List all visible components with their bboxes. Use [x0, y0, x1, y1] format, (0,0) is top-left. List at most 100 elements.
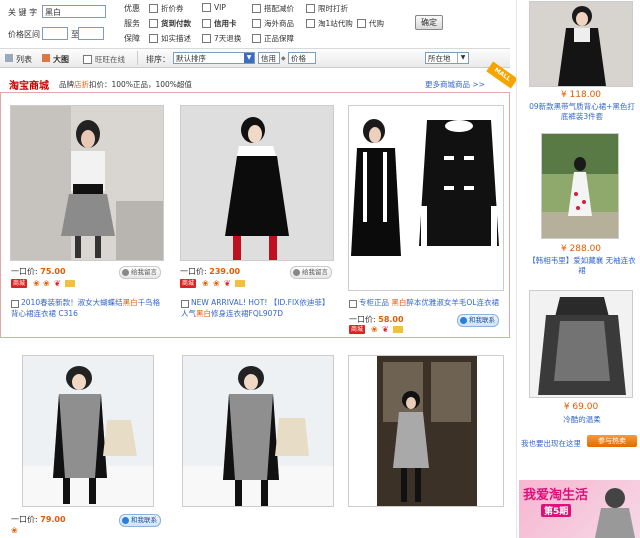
tagline-discount: 折	[81, 80, 90, 89]
location-select-value: 所在地	[428, 54, 451, 63]
mall-item-title[interactable]: NEW ARRIVAL! HOT! 【ID.FIX依迪菲】 人气黑白修身连衣裙F…	[181, 297, 333, 319]
price-label: 一口价:	[11, 267, 38, 276]
flower-icon: ❀	[43, 279, 50, 288]
compare-checkbox[interactable]	[181, 300, 189, 308]
sidebar-title[interactable]: 冷酷的温柔	[527, 415, 637, 425]
banner-illustration	[595, 488, 635, 538]
taobao-agent-checkbox[interactable]: 淘1站代购	[306, 18, 353, 29]
as-described-label: 如实描述	[161, 34, 191, 43]
product-photo	[11, 106, 163, 260]
toolbar-divider	[137, 51, 138, 65]
sidebar-product-image[interactable]	[541, 133, 619, 239]
coupon-label: 折价券	[161, 4, 184, 13]
vip-label: VIP	[214, 3, 226, 12]
list-view-link[interactable]: 列表	[16, 54, 32, 65]
price-range-label: 价格区间	[8, 30, 40, 39]
product-image[interactable]	[22, 355, 154, 507]
limited-sale-checkbox[interactable]: 限时打折	[306, 3, 348, 14]
as-described-checkbox[interactable]: 如实描述	[149, 33, 191, 44]
sidebar-title[interactable]: 09新款黑带气质背心裙+黑色打底裤装3件套	[527, 102, 637, 122]
compare-checkbox[interactable]	[11, 300, 19, 308]
promo-banner[interactable]: 我爱淘生活 第5期	[519, 480, 640, 538]
product-photo	[183, 356, 333, 506]
wangwang-online-checkbox[interactable]: 旺旺在线	[83, 54, 125, 65]
sort-arrow-icon: ◆	[281, 55, 286, 62]
filter-panel: 关 键 字 黑白 价格区间 至 优惠 服务 保障 折价券 VIP 搭配减价 限时…	[0, 0, 510, 49]
price-max-input[interactable]	[78, 27, 104, 40]
sidebar-title[interactable]: 【韩相韦里】爱如藏襄 无袖连衣裙	[527, 256, 637, 276]
vip-checkbox[interactable]: VIP	[202, 3, 226, 12]
list-view-icon[interactable]	[5, 54, 13, 62]
keyword-input[interactable]: 黑白	[42, 5, 106, 18]
result-toolbar: 列表 大图 旺旺在线 排序： 默认排序 ▼ 信用 ◆ 价格 所在地 ▼	[0, 49, 510, 68]
seven-day-return-label: 7天退换	[214, 34, 242, 43]
mall-badge-icon: 商城	[349, 325, 366, 334]
product-photo	[349, 356, 503, 506]
mall-badge-icon: 商城	[180, 279, 197, 288]
wangwang-icon	[293, 269, 300, 276]
more-mall-link[interactable]: 更多商城商品 >>	[425, 79, 485, 90]
title-part-b: 醉本优雅淑女羊毛OL连衣裙	[406, 298, 499, 307]
product-photo	[181, 106, 333, 260]
seven-day-return-checkbox[interactable]: 7天退换	[202, 33, 241, 44]
price-sort-button[interactable]: 价格	[288, 52, 316, 64]
product-image[interactable]	[182, 355, 334, 507]
title-highlight: 黑白	[391, 298, 407, 307]
grid-view-link[interactable]: 大图	[53, 54, 69, 65]
credit-card-checkbox[interactable]: 信用卡	[202, 18, 237, 29]
guarantee-row-label: 保障	[124, 34, 140, 43]
mall-badge-icon: 商城	[11, 279, 28, 288]
contact-me-button[interactable]: 和我联系	[119, 514, 161, 527]
mall-item-price: 一口价: 58.00	[349, 314, 404, 325]
product-photo	[530, 291, 632, 397]
overseas-checkbox[interactable]: 海外商品	[252, 18, 294, 29]
purchase-agent-checkbox[interactable]: 代购	[357, 18, 384, 29]
mall-product-image[interactable]	[180, 105, 334, 261]
mall-product-image[interactable]	[10, 105, 164, 261]
compare-checkbox[interactable]	[349, 300, 357, 308]
coupon-checkbox[interactable]: 折价券	[149, 3, 184, 14]
wangwang-icon	[122, 517, 129, 524]
product-photo	[530, 2, 632, 86]
bundle-discount-checkbox[interactable]: 搭配减价	[252, 3, 294, 14]
sidebar-product-image[interactable]	[529, 290, 633, 398]
mall-section-header: 淘宝商城 品牌店折扣价：100%正品，100%超值 更多商城商品 >> MALL	[0, 61, 518, 92]
leave-message-button[interactable]: 给我留言	[290, 266, 332, 279]
price-value: 75.00	[40, 267, 66, 276]
tulip-icon: ❦	[54, 279, 61, 288]
grid-view-icon[interactable]	[42, 54, 50, 62]
location-select[interactable]: 所在地 ▼	[425, 52, 469, 64]
leave-message-button[interactable]: 给我留言	[119, 266, 161, 279]
price-label: 一口价:	[180, 267, 207, 276]
credit-card-icon	[393, 326, 403, 333]
credit-card-icon	[65, 280, 75, 287]
join-hot-sale-button[interactable]: 参与热卖	[587, 435, 637, 447]
sidebar-price: ¥ 69.00	[563, 402, 599, 412]
confirm-button[interactable]: 确定	[415, 15, 443, 30]
credit-sort-button[interactable]: 信用	[258, 52, 280, 64]
cod-checkbox[interactable]: 货到付款	[149, 18, 191, 29]
price-min-input[interactable]	[42, 27, 68, 40]
title-part-b: 修身连衣裙FQL907D	[211, 309, 283, 318]
keyword-label: 关 键 字	[8, 8, 38, 17]
leave-message-label: 给我留言	[131, 268, 157, 276]
sidebar-product-image[interactable]	[529, 1, 633, 87]
mall-item-title[interactable]: 2010春装新款！淑女大蝴蝶结黑白千鸟格背心裙连衣裙 C316	[11, 297, 163, 319]
flower-icon: ❀	[213, 279, 220, 288]
mall-product-image[interactable]	[348, 105, 504, 291]
promo-link[interactable]: 我也要出现在这里	[521, 438, 581, 449]
credit-card-icon	[235, 280, 245, 287]
product-image[interactable]	[348, 355, 504, 507]
credit-sort-label: 信用	[261, 54, 276, 63]
contact-me-button[interactable]: 和我联系	[457, 314, 499, 327]
limited-sale-label: 限时打折	[318, 4, 348, 13]
cod-label: 货到付款	[161, 19, 191, 28]
sort-select-value: 默认排序	[176, 54, 206, 63]
sort-select[interactable]: 默认排序 ▼	[173, 52, 255, 64]
genuine-checkbox[interactable]: 正品保障	[252, 33, 294, 44]
title-part-a: 2010春装新款！淑女大蝴蝶结	[21, 298, 123, 307]
tulip-icon: ❦	[224, 279, 231, 288]
tagline-rest: 扣价：100%正品，100%超值	[89, 80, 192, 89]
mall-item-title[interactable]: 专柜正品 黑白醉本优雅淑女羊毛OL连衣裙	[349, 297, 501, 308]
genuine-label: 正品保障	[264, 34, 294, 43]
